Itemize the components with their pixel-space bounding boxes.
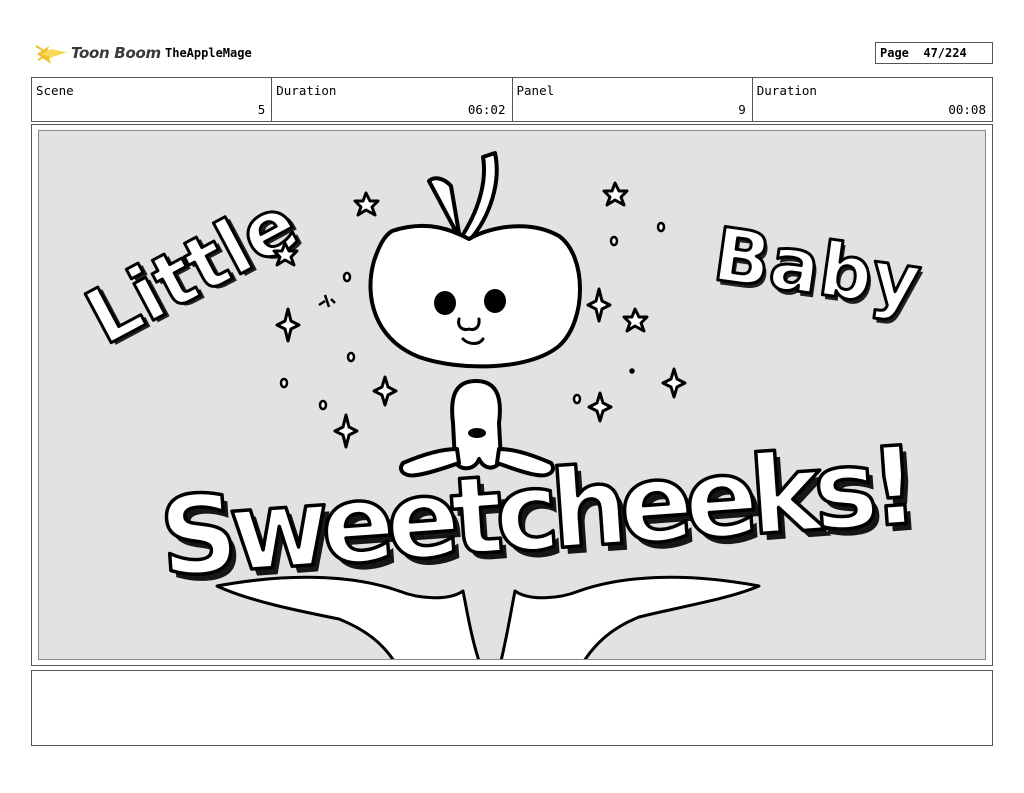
little-title: Little Little [70, 176, 316, 364]
panel-duration-label: Duration [756, 83, 817, 98]
logo-text: Toon Boom [71, 44, 161, 62]
panel-duration-cell: Duration 00:08 [753, 78, 992, 121]
logo-swoosh-icon [35, 45, 67, 64]
svg-text:Sweetcheeks!: Sweetcheeks! [156, 424, 915, 601]
storyboard-drawing: Little Little Baby Baby Sweetcheeks! Swe… [70, 151, 928, 659]
info-row: Scene 5 Duration 06:02 Panel 9 Duration … [31, 77, 993, 122]
svg-text:Little: Little [72, 178, 312, 362]
page-label: Page [880, 46, 909, 60]
page-indicator: Page 47/224 [875, 42, 993, 64]
panel-value: 9 [738, 102, 746, 117]
scene-duration-cell: Duration 06:02 [272, 78, 513, 121]
scene-cell: Scene 5 [32, 78, 273, 121]
page-number: 47/224 [923, 46, 967, 60]
scene-duration-value: 06:02 [467, 102, 506, 117]
scene-duration-label: Duration [276, 83, 337, 98]
svg-text:Baby: Baby [708, 212, 925, 326]
panel-label: Panel [516, 83, 555, 98]
panel-duration-value: 00:08 [948, 102, 986, 117]
notes-box[interactable] [31, 670, 993, 746]
storyboard-header: Toon Boom TheAppleMage Page 47/224 [31, 38, 993, 70]
panel-image: Little Little Baby Baby Sweetcheeks! Swe… [38, 130, 986, 660]
panel-frame: Little Little Baby Baby Sweetcheeks! Swe… [31, 124, 993, 666]
panel-cell: Panel 9 [513, 78, 753, 121]
scene-value: 5 [257, 102, 266, 117]
apple-character [368, 151, 582, 478]
sweetcheeks-title: Sweetcheeks! Sweetcheeks! [154, 422, 921, 608]
toon-boom-logo: Toon Boom [35, 40, 165, 68]
baby-title: Baby Baby [707, 210, 928, 330]
scene-label: Scene [36, 83, 74, 98]
author-name: TheAppleMage [165, 46, 252, 60]
